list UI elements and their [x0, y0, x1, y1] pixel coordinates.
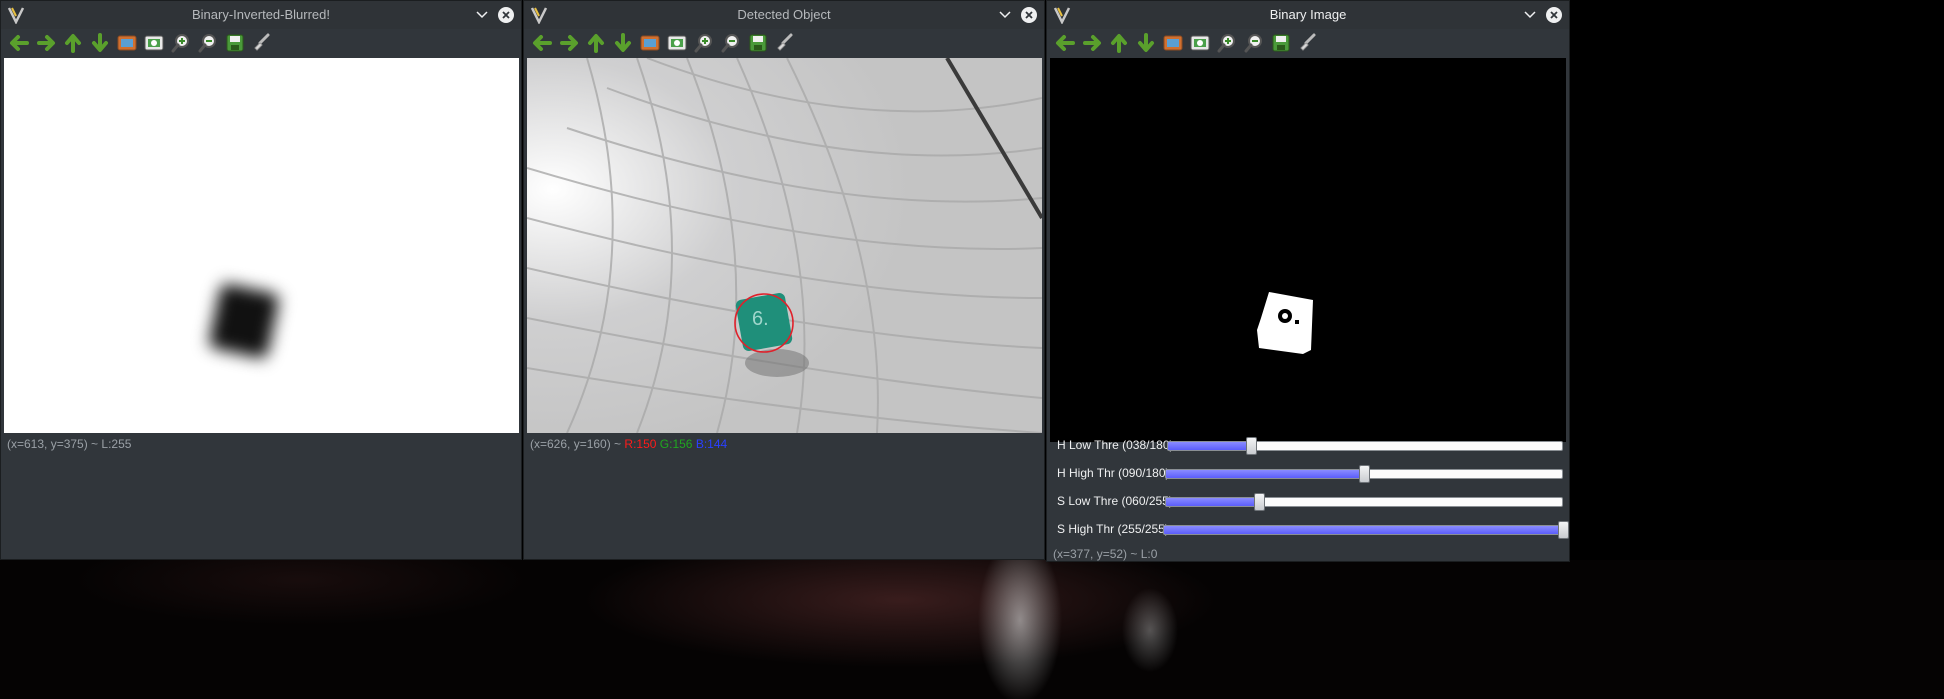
window-detected-object[interactable]: Detected Object 6. (x=626, y=160) ~ R:15… — [523, 0, 1045, 560]
zoom-fit-icon[interactable] — [638, 31, 662, 55]
status-bar: (x=613, y=375) ~ L:255 — [7, 437, 132, 451]
image-view[interactable] — [1050, 58, 1566, 442]
blurred-blob — [207, 282, 281, 360]
titlebar[interactable]: Detected Object — [524, 1, 1044, 29]
arrow-up-icon[interactable] — [584, 31, 608, 55]
arrow-right-icon[interactable] — [34, 31, 58, 55]
trackbar-fill — [1168, 442, 1252, 450]
zoom-original-icon[interactable] — [142, 31, 166, 55]
image-view[interactable]: 6. — [527, 58, 1042, 433]
zoom-in-icon[interactable] — [169, 31, 193, 55]
properties-icon[interactable] — [773, 31, 797, 55]
chevron-down-icon[interactable] — [473, 6, 491, 24]
status-bar: (x=377, y=52) ~ L:0 — [1053, 547, 1158, 561]
window-binary-inverted-blurred[interactable]: Binary-Inverted-Blurred! (x=613, y=375) … — [0, 0, 522, 560]
window-title: Binary Image — [1269, 7, 1347, 22]
trackbar-label: H Low Thre (038/180) — [1057, 438, 1174, 452]
zoom-original-icon[interactable] — [665, 31, 689, 55]
trackbar-s-high: S High Thr (255/255) — [1047, 515, 1569, 545]
properties-icon[interactable] — [1296, 31, 1320, 55]
image-view[interactable] — [4, 58, 519, 433]
trackbar-label: H High Thr (090/180) — [1057, 466, 1170, 480]
close-icon[interactable] — [1020, 6, 1038, 24]
arrow-up-icon[interactable] — [1107, 31, 1131, 55]
zoom-out-icon[interactable] — [196, 31, 220, 55]
status-coords: (x=626, y=160) ~ — [530, 437, 625, 451]
zoom-fit-icon[interactable] — [115, 31, 139, 55]
detection-circle — [734, 293, 794, 353]
arrow-up-icon[interactable] — [61, 31, 85, 55]
arrow-down-icon[interactable] — [611, 31, 635, 55]
zoom-in-icon[interactable] — [1215, 31, 1239, 55]
trackbar-track[interactable] — [1165, 497, 1563, 507]
trackbar-handle[interactable] — [1253, 493, 1265, 511]
toolbar — [524, 29, 1044, 57]
arrow-down-icon[interactable] — [88, 31, 112, 55]
trackbar-fill — [1166, 498, 1260, 506]
trackbar-label: S High Thr (255/255) — [1057, 522, 1169, 536]
save-icon[interactable] — [746, 31, 770, 55]
status-b-value: B:144 — [695, 437, 728, 451]
properties-icon[interactable] — [250, 31, 274, 55]
titlebar[interactable]: Binary-Inverted-Blurred! — [1, 1, 521, 29]
trackbar-h-high: H High Thr (090/180) — [1047, 459, 1569, 489]
trackbar-handle[interactable] — [1558, 521, 1569, 539]
trackbar-s-low: S Low Thre (060/255) — [1047, 487, 1569, 517]
save-icon[interactable] — [223, 31, 247, 55]
window-title: Detected Object — [737, 7, 831, 22]
zoom-in-icon[interactable] — [692, 31, 716, 55]
chevron-down-icon[interactable] — [996, 6, 1014, 24]
titlebar[interactable]: Binary Image — [1047, 1, 1569, 29]
camera-frame — [527, 58, 1042, 433]
status-g-value: G:156 — [659, 437, 693, 451]
zoom-out-icon[interactable] — [1242, 31, 1266, 55]
arrow-down-icon[interactable] — [1134, 31, 1158, 55]
trackbar-fill — [1164, 526, 1562, 534]
binary-blob — [1257, 292, 1313, 354]
chevron-down-icon[interactable] — [1521, 6, 1539, 24]
zoom-out-icon[interactable] — [719, 31, 743, 55]
window-binary-image[interactable]: Binary Image H Low Thre (038/180) H High… — [1046, 0, 1570, 562]
save-icon[interactable] — [1269, 31, 1293, 55]
window-title: Binary-Inverted-Blurred! — [192, 7, 330, 22]
arrow-left-icon[interactable] — [1053, 31, 1077, 55]
trackbar-panel: H Low Thre (038/180) H High Thr (090/180… — [1047, 431, 1569, 543]
toolbar — [1, 29, 521, 57]
arrow-right-icon[interactable] — [557, 31, 581, 55]
trackbar-track[interactable] — [1163, 525, 1563, 535]
desktop-wallpaper — [0, 560, 1944, 699]
trackbar-h-low: H Low Thre (038/180) — [1047, 431, 1569, 461]
trackbar-handle[interactable] — [1245, 437, 1257, 455]
arrow-left-icon[interactable] — [7, 31, 31, 55]
arrow-right-icon[interactable] — [1080, 31, 1104, 55]
arrow-left-icon[interactable] — [530, 31, 554, 55]
trackbar-track[interactable] — [1167, 441, 1563, 451]
trackbar-fill — [1166, 470, 1364, 478]
trackbar-handle[interactable] — [1359, 465, 1370, 483]
trackbar-label: S Low Thre (060/255) — [1057, 494, 1173, 508]
status-bar: (x=626, y=160) ~ R:150 G:156 B:144 — [530, 437, 727, 451]
zoom-original-icon[interactable] — [1188, 31, 1212, 55]
close-icon[interactable] — [497, 6, 515, 24]
zoom-fit-icon[interactable] — [1161, 31, 1185, 55]
close-icon[interactable] — [1545, 6, 1563, 24]
status-r-value: R:150 — [624, 437, 657, 451]
toolbar — [1047, 29, 1569, 57]
